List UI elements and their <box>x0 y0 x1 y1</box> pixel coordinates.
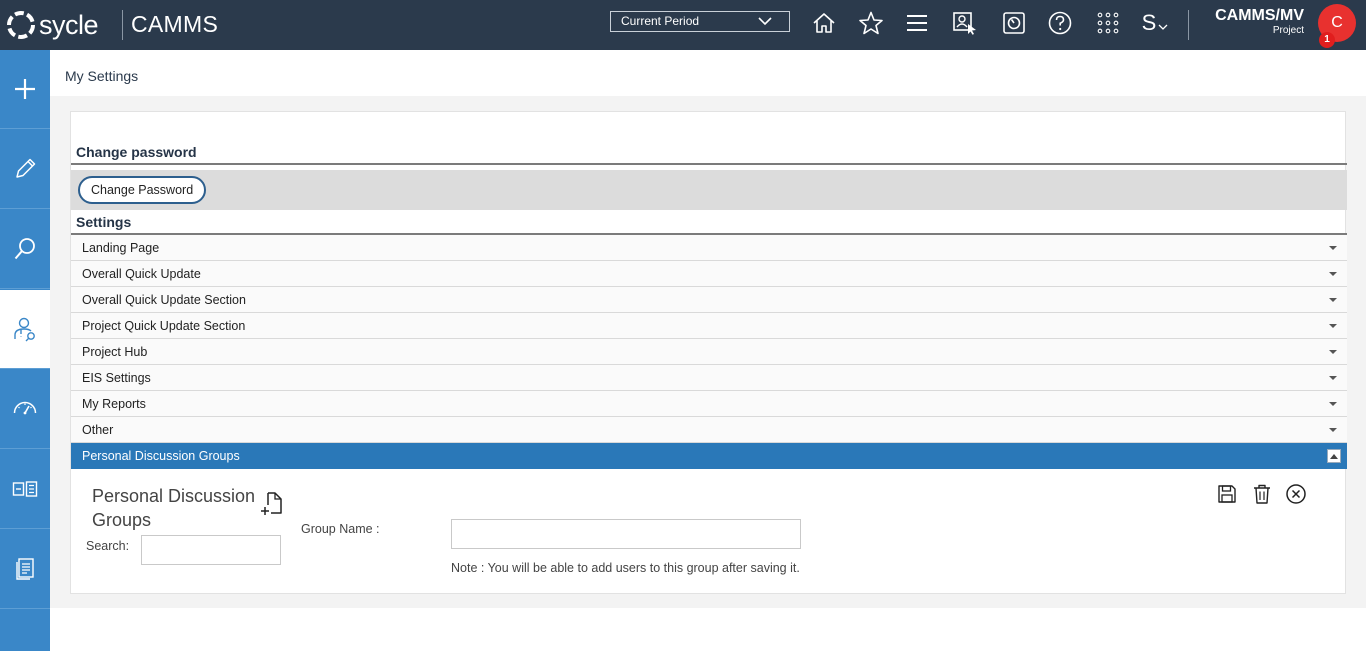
search-label: Search: <box>86 539 130 553</box>
sidebar-item-user-settings[interactable] <box>0 290 50 369</box>
change-password-heading: Change password <box>76 144 197 160</box>
sidebar-item-add[interactable] <box>0 50 50 129</box>
accordion-overall-quick-update[interactable]: Overall Quick Update <box>71 261 1347 287</box>
group-name-label: Group Name : <box>301 522 380 536</box>
accordion-label: Project Hub <box>82 345 148 359</box>
caret-down-icon <box>1329 246 1337 250</box>
sidebar-item-search[interactable] <box>0 210 50 289</box>
close-icon[interactable] <box>1284 482 1308 506</box>
top-bar: sycle CAMMS Current Period S CAMMS/MV Pr… <box>0 0 1366 50</box>
accordion-project-quick-update-section[interactable]: Project Quick Update Section <box>71 313 1347 339</box>
s-dropdown-label: S <box>1141 10 1157 35</box>
main-content: My Settings Change password Change Passw… <box>50 50 1366 651</box>
save-icon[interactable] <box>1215 482 1239 506</box>
change-password-divider <box>71 163 1347 165</box>
app-name: CAMMS <box>131 11 219 37</box>
accordion-label: My Reports <box>82 397 146 411</box>
document-icon <box>16 558 34 580</box>
logo-text: sycle <box>39 10 99 40</box>
group-name-input[interactable] <box>451 519 801 549</box>
search-icon <box>14 238 35 260</box>
accordion-my-reports[interactable]: My Reports <box>71 391 1347 417</box>
chevron-down-icon <box>758 17 772 26</box>
change-password-strip: Change Password <box>71 170 1347 210</box>
user-name: CAMMS/MV <box>1215 7 1304 24</box>
user-role: Project <box>1272 25 1304 36</box>
accordion-overall-quick-update-section[interactable]: Overall Quick Update Section <box>71 287 1347 313</box>
collapse-icon[interactable] <box>1327 449 1341 463</box>
accordion-eis-settings[interactable]: EIS Settings <box>71 365 1347 391</box>
apps-grid-icon[interactable] <box>1094 9 1122 37</box>
period-select[interactable]: Current Period <box>610 11 790 32</box>
user-info[interactable]: CAMMS/MV Project <box>1215 7 1304 37</box>
layout-icon <box>12 481 38 497</box>
page-title: My Settings <box>65 68 139 84</box>
caret-down-icon <box>1329 324 1337 328</box>
page-title-bar: My Settings <box>50 50 1366 96</box>
logo-divider <box>122 10 123 40</box>
accordion-label: Overall Quick Update Section <box>82 293 246 307</box>
accordion-personal-discussion-groups[interactable]: Personal Discussion Groups <box>71 443 1347 469</box>
logo[interactable]: sycle <box>6 8 99 42</box>
notification-badge[interactable]: 1 <box>1319 32 1335 48</box>
topbar-divider <box>1188 10 1189 40</box>
accordion-label: Project Quick Update Section <box>82 319 246 333</box>
accordion-label: Personal Discussion Groups <box>82 449 240 463</box>
change-password-button[interactable]: Change Password <box>78 176 207 204</box>
home-icon[interactable] <box>810 9 838 37</box>
pencil-icon <box>16 158 36 178</box>
gauge-icon <box>13 401 37 415</box>
settings-panel: Change password Change Password Settings… <box>70 111 1347 594</box>
sidebar-item-edit[interactable] <box>0 130 50 209</box>
help-icon[interactable] <box>1046 9 1074 37</box>
chevron-down-icon <box>1158 24 1168 30</box>
period-select-value: Current Period <box>621 14 700 28</box>
accordion-label: EIS Settings <box>82 371 151 385</box>
discussion-groups-title: Personal Discussion Groups <box>92 486 256 530</box>
add-document-icon[interactable] <box>260 491 284 517</box>
sidebar-item-documents[interactable] <box>0 530 50 609</box>
accordion-landing-page[interactable]: Landing Page <box>71 235 1347 261</box>
sidebar <box>0 50 50 651</box>
caret-down-icon <box>1329 350 1337 354</box>
settings-heading: Settings <box>76 214 132 230</box>
group-note: Note : You will be able to add users to … <box>451 561 800 575</box>
sidebar-item-gauge[interactable] <box>0 370 50 449</box>
search-input[interactable] <box>141 535 281 565</box>
user-select-icon[interactable] <box>951 9 979 37</box>
star-icon[interactable] <box>857 9 885 37</box>
logo-ring-icon <box>7 11 35 39</box>
menu-icon[interactable] <box>903 9 931 37</box>
caret-down-icon <box>1329 428 1337 432</box>
sidebar-item-layout[interactable] <box>0 450 50 529</box>
delete-icon[interactable] <box>1250 482 1274 506</box>
caret-down-icon <box>1329 402 1337 406</box>
user-settings-icon <box>14 317 35 342</box>
caret-down-icon <box>1329 376 1337 380</box>
accordion-label: Other <box>82 423 114 437</box>
accordion-project-hub[interactable]: Project Hub <box>71 339 1347 365</box>
accordion-label: Overall Quick Update <box>82 267 201 281</box>
dashboard-icon[interactable] <box>1000 9 1028 37</box>
accordion-other[interactable]: Other <box>71 417 1347 443</box>
accordion-label: Landing Page <box>82 241 160 255</box>
plus-icon <box>15 79 35 99</box>
caret-down-icon <box>1329 298 1337 302</box>
s-dropdown-icon[interactable]: S <box>1140 9 1170 37</box>
caret-down-icon <box>1329 272 1337 276</box>
